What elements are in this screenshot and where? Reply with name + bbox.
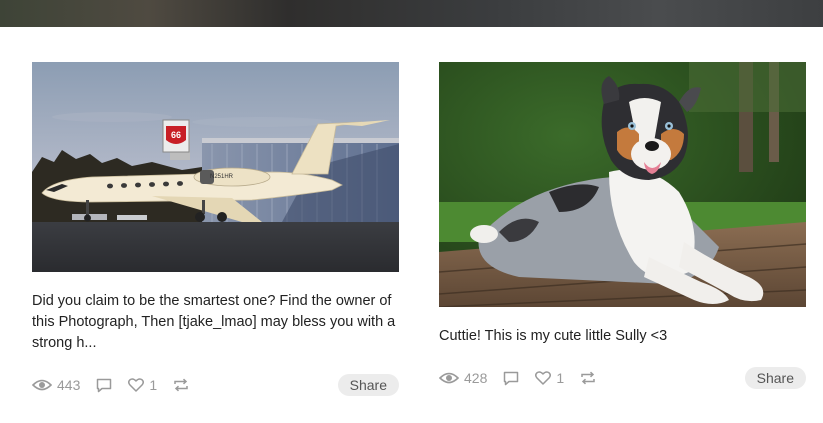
post-caption: Cuttie! This is my cute little Sully <3 [439,328,668,344]
repost-stat[interactable] [173,378,189,392]
post-card-jet: 66 N251HR Did you claim to be the smarte… [32,62,399,396]
comment-icon[interactable] [503,371,519,386]
comment-icon[interactable] [96,378,112,393]
comment-stat[interactable] [503,371,519,386]
views-count: 443 [57,377,81,393]
views-stat: 443 [32,377,80,393]
post-photo-dog[interactable] [439,62,806,307]
repost-icon[interactable] [580,371,596,385]
eye-icon [32,379,52,391]
post-stats-bar: 428 1 Share [439,367,806,389]
post-card-dog: Cuttie! This is my cute little Sully <3 … [439,62,806,389]
photo-tail-text: N251HR [210,174,234,180]
heart-icon[interactable] [128,378,145,392]
repost-stat[interactable] [580,371,596,385]
views-stat: 428 [439,370,487,386]
views-count: 428 [464,370,488,386]
post-caption: Did you claim to be the smartest one? Fi… [32,293,396,351]
likes-count: 1 [149,377,158,393]
likes-count: 1 [556,370,565,386]
header-banner-image [0,0,823,27]
comment-stat[interactable] [96,378,112,393]
share-button[interactable]: Share [337,374,399,396]
like-stat[interactable]: 1 [535,370,564,386]
eye-icon [439,372,459,384]
post-stats-bar: 443 1 Share [32,374,399,396]
post-photo-jet[interactable]: 66 N251HR [32,62,399,272]
photo-sign-text: 66 [171,130,181,140]
repost-icon[interactable] [173,378,189,392]
share-button[interactable]: Share [744,367,806,389]
like-stat[interactable]: 1 [128,377,157,393]
heart-icon[interactable] [535,371,552,385]
